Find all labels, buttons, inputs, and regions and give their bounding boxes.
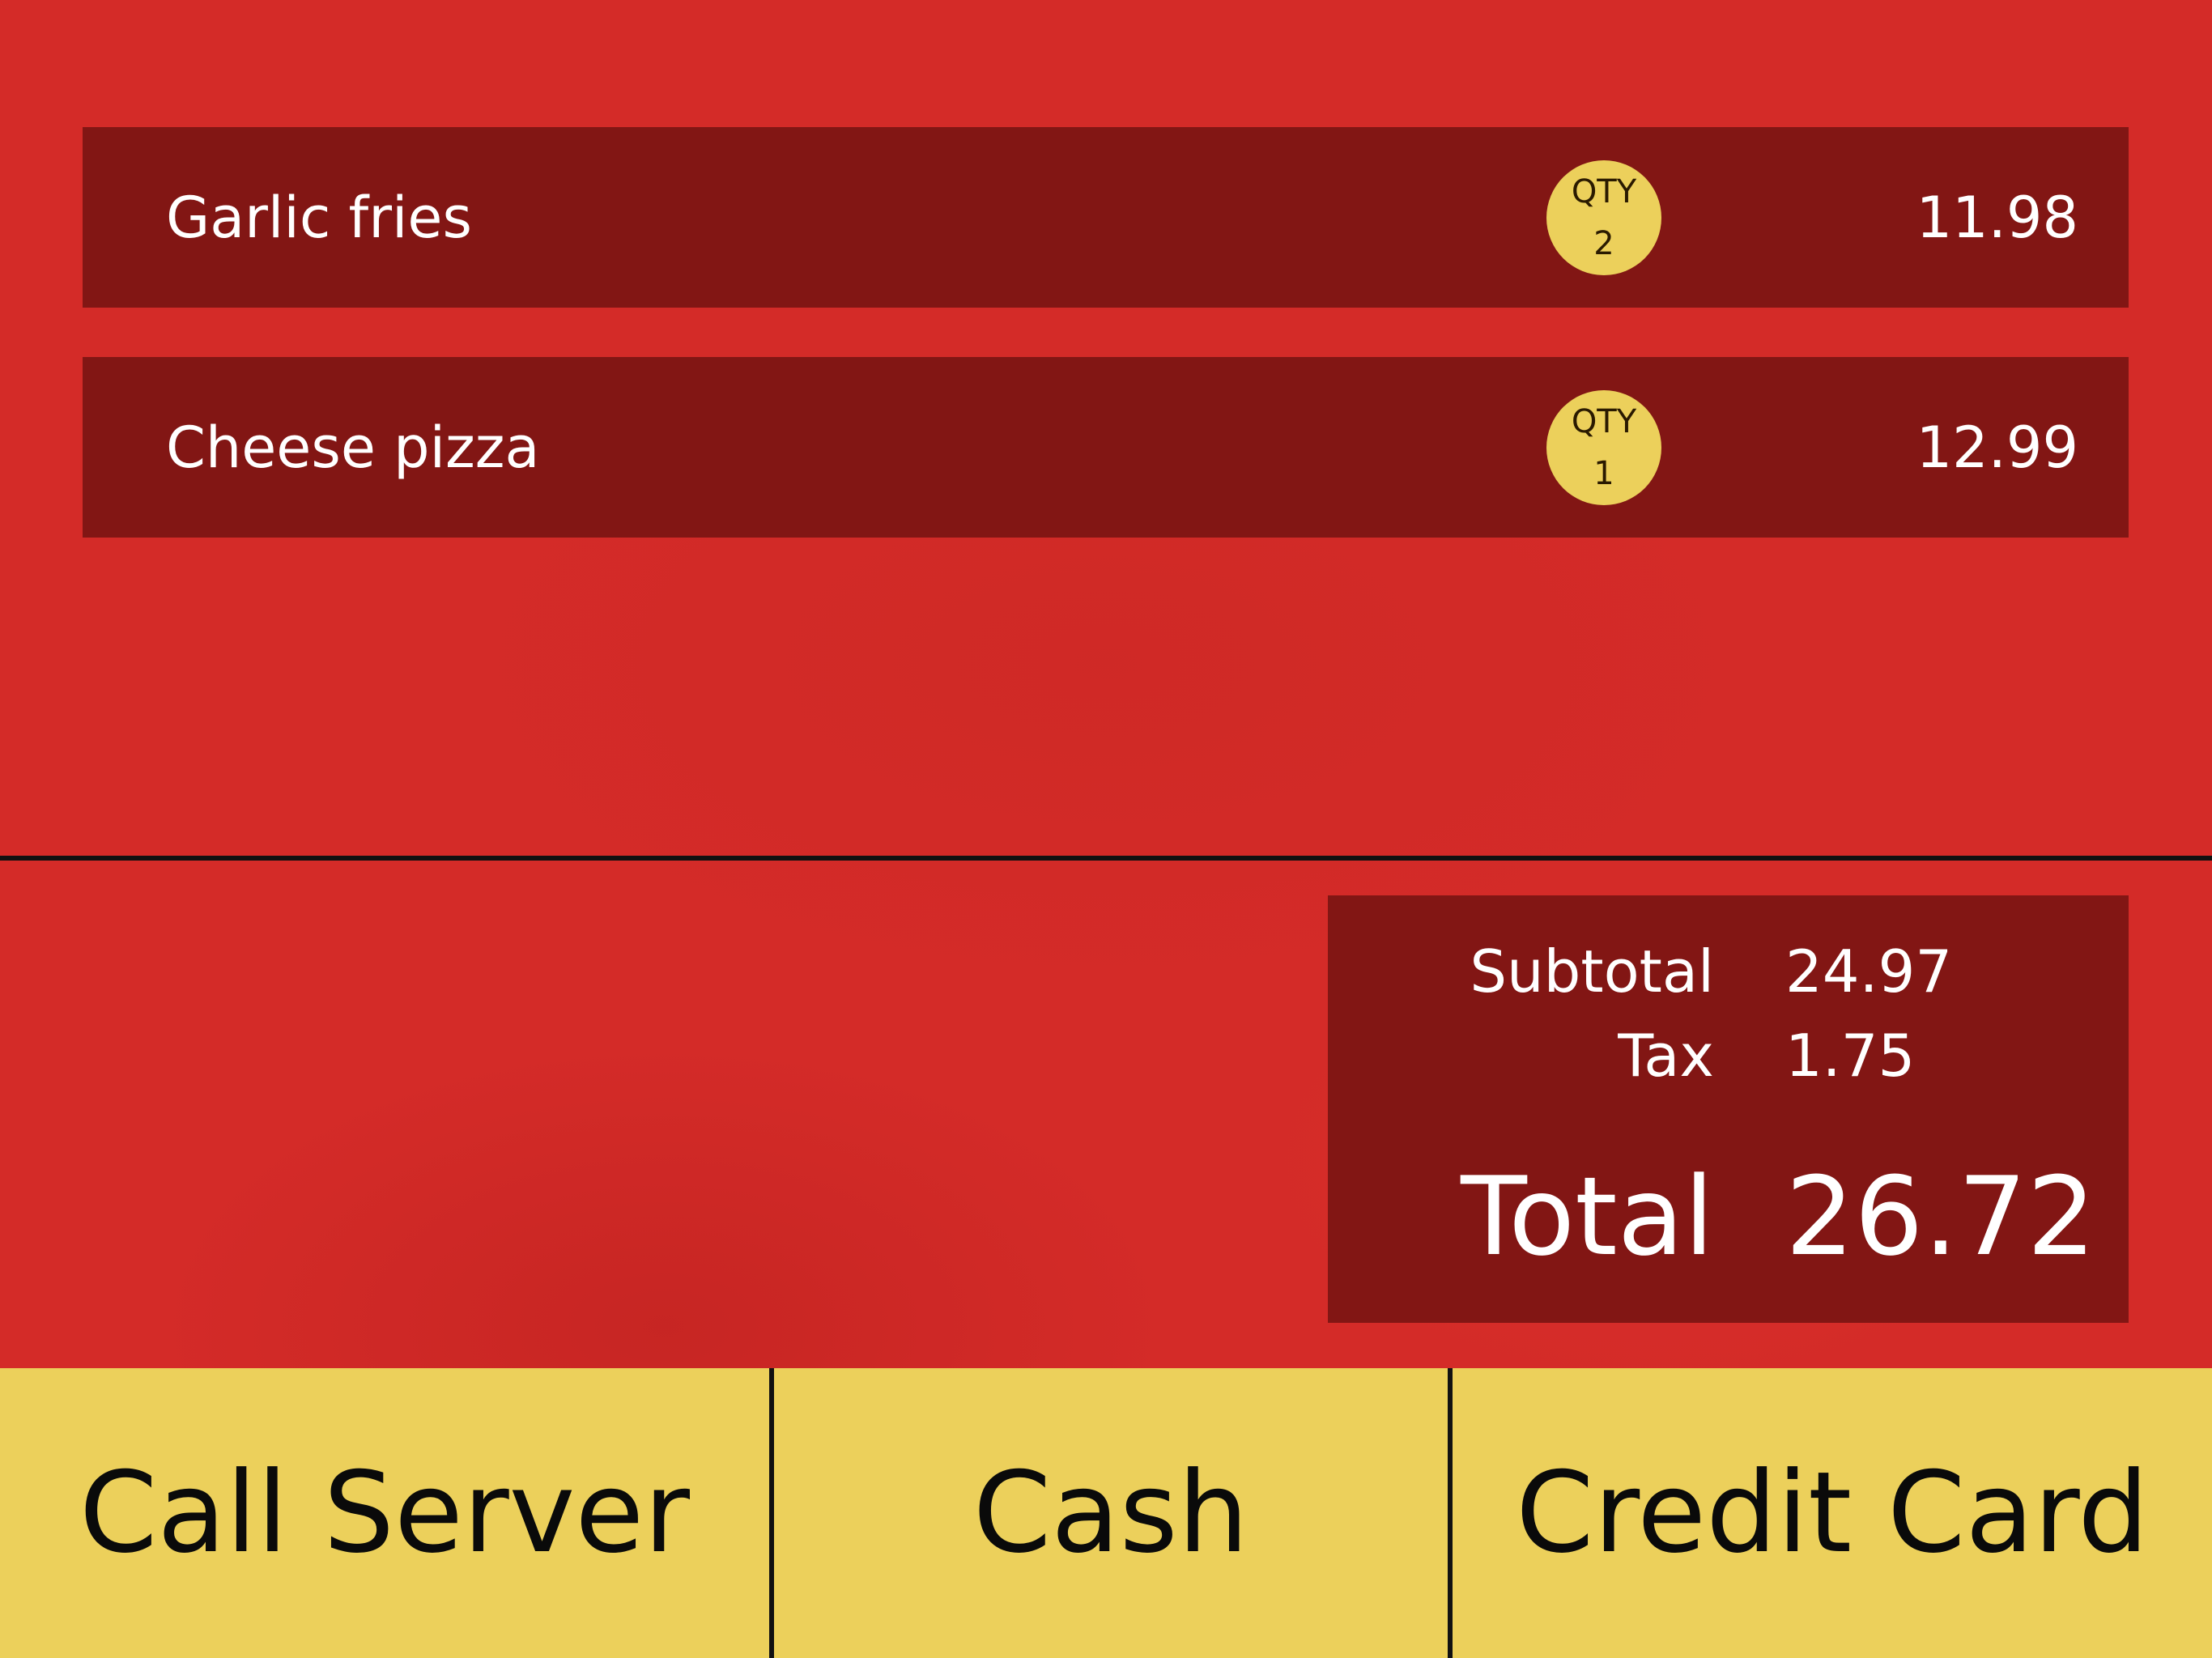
call-server-button[interactable]: Call Server [0,1368,769,1658]
quantity-label: QTY [1571,172,1637,210]
tax-label: Tax [1618,1022,1714,1090]
item-price: 11.98 [1916,184,2078,251]
order-item-cheese-pizza[interactable]: Cheese pizza QTY 1 12.99 [83,357,2129,538]
subtotal-value: 24.97 [1785,937,1953,1005]
item-name: Cheese pizza [166,414,540,481]
payment-action-bar: Call Server Cash Credit Card [0,1368,2212,1658]
subtotal-label: Subtotal [1470,937,1714,1005]
quantity-label: QTY [1571,402,1637,440]
quantity-badge[interactable]: QTY 1 [1546,389,1661,505]
item-price: 12.99 [1916,414,2078,481]
tax-value: 1.75 [1785,1022,1916,1090]
total-value: 26.72 [1785,1154,2096,1280]
quantity-badge[interactable]: QTY 2 [1546,159,1661,275]
item-name: Garlic fries [166,184,472,251]
quantity-value: 1 [1593,454,1614,492]
total-label: Total [1461,1154,1714,1280]
totals-panel: Subtotal 24.97 Tax 1.75 Total 26.72 [1328,895,2129,1323]
quantity-value: 2 [1593,224,1614,262]
order-item-garlic-fries[interactable]: Garlic fries QTY 2 11.98 [83,127,2129,308]
section-divider [0,856,2212,861]
credit-card-button[interactable]: Credit Card [1448,1368,2212,1658]
cash-button[interactable]: Cash [769,1368,1448,1658]
